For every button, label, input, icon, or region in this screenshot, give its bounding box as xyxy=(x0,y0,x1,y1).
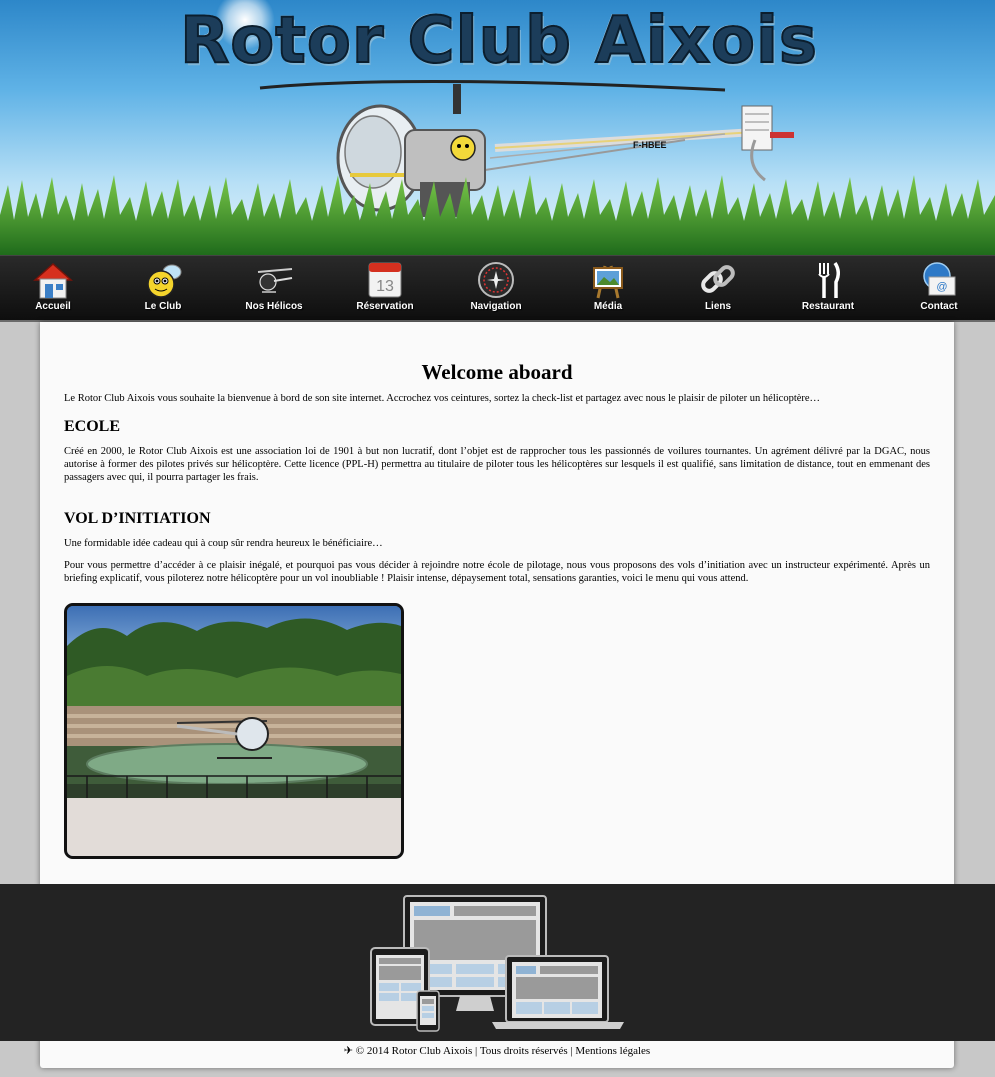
section-heading-vol-initiation: VOL D’INITIATION xyxy=(64,510,211,527)
nav-item-accueil[interactable]: Accueil xyxy=(3,260,103,320)
email-icon: @ xyxy=(923,262,956,296)
footer-separator: | xyxy=(475,1045,478,1057)
instrument-icon xyxy=(478,262,514,298)
bee-icon xyxy=(147,264,182,298)
plane-icon: ✈ xyxy=(343,1045,353,1057)
nav-label: Restaurant xyxy=(801,301,855,312)
nav-item-contact[interactable]: @ Contact xyxy=(889,260,989,320)
nav-item-media[interactable]: Média xyxy=(558,260,658,320)
nav-item-nos-helicos[interactable]: Nos Hélicos xyxy=(224,260,324,320)
nav-item-le-club[interactable]: Le Club xyxy=(113,260,213,320)
easel-icon xyxy=(593,265,623,299)
helipad-photo[interactable] xyxy=(64,603,404,859)
intro-paragraph: Le Rotor Club Aixois vous souhaite la bi… xyxy=(64,393,821,404)
nav-label: Accueil xyxy=(35,301,71,312)
section-heading-ecole: ECOLE xyxy=(64,418,121,435)
link-icon xyxy=(701,265,735,293)
nav-label: Navigation xyxy=(470,301,522,312)
page-title: Welcome aboard xyxy=(421,360,573,384)
home-icon xyxy=(33,262,73,299)
nav-label: Média xyxy=(593,301,623,312)
calendar-icon: 13 xyxy=(368,262,402,298)
nav-item-reservation[interactable]: 13 Réservation xyxy=(335,260,435,320)
main-navigation: Accueil Le Club Nos Hélicos 13 Réservati… xyxy=(0,255,995,322)
article: Welcome aboard Le Rotor Club Aixois vous… xyxy=(64,360,930,585)
nav-label: Réservation xyxy=(356,301,414,312)
calendar-day: 13 xyxy=(376,278,394,295)
grass-decoration xyxy=(0,175,995,255)
footer-separator: | xyxy=(570,1045,573,1057)
at-sign: @ xyxy=(936,281,947,293)
ecole-paragraph: Créé en 2000, le Rotor Club Aixois est u… xyxy=(64,446,930,483)
copyright-text: © 2014 Rotor Club Aixois xyxy=(355,1045,473,1057)
legal-notice-link[interactable]: Mentions légales xyxy=(575,1045,650,1057)
nav-label: Contact xyxy=(920,301,958,312)
nav-label: Liens xyxy=(704,301,732,312)
responsive-devices-illustration xyxy=(370,895,624,1032)
nav-item-restaurant[interactable]: Restaurant xyxy=(778,260,878,320)
nav-item-liens[interactable]: Liens xyxy=(668,260,768,320)
nav-label: Nos Hélicos xyxy=(245,301,303,312)
initiation-teaser: Une formidable idée cadeau qui à coup sû… xyxy=(64,538,383,549)
nav-label: Le Club xyxy=(144,301,182,312)
nav-item-navigation[interactable]: Navigation xyxy=(446,260,546,320)
rights-text: Tous droits réservés xyxy=(479,1045,568,1057)
site-logo[interactable]: Rotor Club Aixois xyxy=(179,3,818,79)
registration-mark: F-HBEE xyxy=(633,140,667,150)
helipad-scene xyxy=(67,606,401,856)
helicopter-icon xyxy=(257,268,293,293)
cutlery-icon xyxy=(818,262,840,298)
footer: ✈ © 2014 Rotor Club Aixois | Tous droits… xyxy=(40,1044,954,1057)
site-header: Rotor Club Aixois F-HBEE xyxy=(0,0,995,255)
initiation-paragraph: Pour vous permettre d’accéder à ce plais… xyxy=(64,560,930,584)
